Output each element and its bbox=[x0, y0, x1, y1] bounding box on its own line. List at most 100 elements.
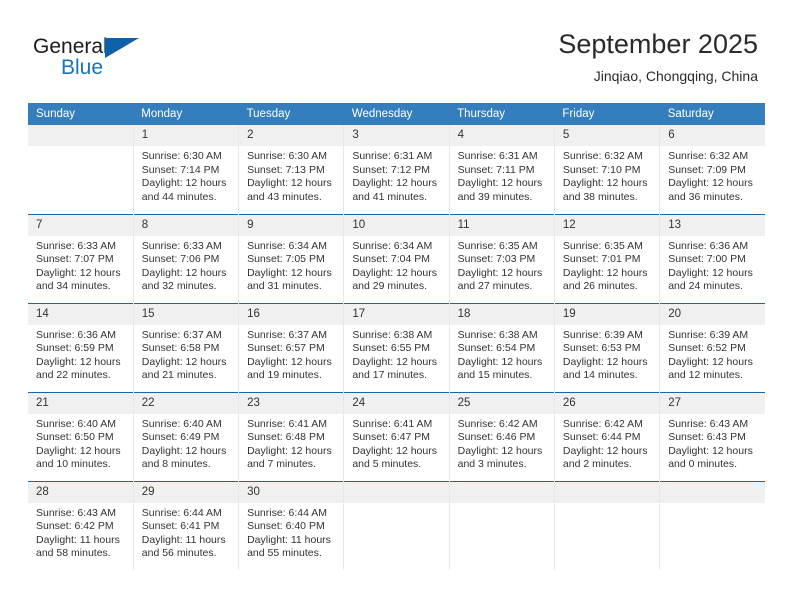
day-cell[interactable]: 3 Sunrise: 6:31 AM Sunset: 7:12 PM Dayli… bbox=[343, 125, 450, 214]
day-cell[interactable]: 24 Sunrise: 6:41 AM Sunset: 6:47 PM Dayl… bbox=[343, 391, 450, 481]
weekday-header-monday: Monday bbox=[133, 103, 239, 125]
daylight-text-line1: Daylight: 12 hours bbox=[562, 266, 648, 279]
day-number: 28 bbox=[28, 481, 133, 503]
day-cell[interactable]: 11 Sunrise: 6:35 AM Sunset: 7:03 PM Dayl… bbox=[449, 213, 555, 303]
day-number bbox=[449, 481, 554, 503]
day-cell[interactable]: 7 Sunrise: 6:33 AM Sunset: 7:07 PM Dayli… bbox=[28, 213, 134, 303]
day-number: 12 bbox=[554, 214, 660, 236]
day-number: 7 bbox=[28, 214, 133, 236]
sunrise-text: Sunrise: 6:39 AM bbox=[668, 328, 749, 341]
day-number: 13 bbox=[660, 214, 765, 236]
daylight-text-line2: and 56 minutes. bbox=[141, 547, 217, 560]
daylight-text-line2: and 29 minutes. bbox=[352, 280, 428, 293]
day-cell[interactable]: 29 Sunrise: 6:44 AM Sunset: 6:41 PM Dayl… bbox=[133, 480, 240, 570]
sunrise-text: Sunrise: 6:36 AM bbox=[36, 328, 116, 341]
daylight-text-line1: Daylight: 12 hours bbox=[352, 266, 437, 279]
day-number: 19 bbox=[554, 303, 660, 325]
daylight-text-line2: and 3 minutes. bbox=[457, 458, 527, 471]
day-details: Sunrise: 6:34 AM Sunset: 7:05 PM Dayligh… bbox=[239, 236, 343, 294]
sunrise-sunset-calendar: Sunday Monday Tuesday Wednesday Thursday… bbox=[28, 103, 765, 570]
sunset-text: Sunset: 7:05 PM bbox=[247, 253, 325, 266]
day-cell[interactable]: 16 Sunrise: 6:37 AM Sunset: 6:57 PM Dayl… bbox=[238, 302, 345, 392]
day-cell[interactable]: 1 Sunrise: 6:30 AM Sunset: 7:14 PM Dayli… bbox=[133, 125, 240, 214]
sunset-text: Sunset: 7:12 PM bbox=[352, 163, 430, 176]
day-cell[interactable]: 9 Sunrise: 6:34 AM Sunset: 7:05 PM Dayli… bbox=[238, 213, 345, 303]
weekday-header-wednesday: Wednesday bbox=[343, 103, 450, 125]
daylight-text-line2: and 5 minutes. bbox=[352, 458, 422, 471]
day-details: Sunrise: 6:31 AM Sunset: 7:12 PM Dayligh… bbox=[344, 146, 448, 204]
sunrise-text: Sunrise: 6:32 AM bbox=[668, 150, 749, 162]
sunset-text: Sunset: 7:13 PM bbox=[247, 163, 325, 176]
daylight-text-line1: Daylight: 12 hours bbox=[457, 444, 543, 457]
sunset-text: Sunset: 6:48 PM bbox=[247, 431, 325, 444]
day-details bbox=[450, 503, 554, 507]
day-number: 5 bbox=[554, 125, 660, 146]
day-cell[interactable] bbox=[659, 480, 765, 570]
day-cell[interactable]: 2 Sunrise: 6:30 AM Sunset: 7:13 PM Dayli… bbox=[238, 125, 345, 214]
day-cell[interactable]: 21 Sunrise: 6:40 AM Sunset: 6:50 PM Dayl… bbox=[28, 391, 134, 481]
day-cell[interactable]: 23 Sunrise: 6:41 AM Sunset: 6:48 PM Dayl… bbox=[238, 391, 345, 481]
day-cell[interactable]: 15 Sunrise: 6:37 AM Sunset: 6:58 PM Dayl… bbox=[133, 302, 240, 392]
day-details: Sunrise: 6:32 AM Sunset: 7:10 PM Dayligh… bbox=[555, 146, 659, 204]
daylight-text-line2: and 36 minutes. bbox=[668, 190, 743, 203]
day-cell[interactable] bbox=[343, 480, 450, 570]
day-cell[interactable]: 4 Sunrise: 6:31 AM Sunset: 7:11 PM Dayli… bbox=[449, 125, 555, 214]
day-details: Sunrise: 6:42 AM Sunset: 6:46 PM Dayligh… bbox=[450, 414, 554, 472]
week-row: 7 Sunrise: 6:33 AM Sunset: 7:07 PM Dayli… bbox=[28, 213, 765, 303]
sunrise-text: Sunrise: 6:36 AM bbox=[668, 239, 749, 252]
day-details: Sunrise: 6:39 AM Sunset: 6:53 PM Dayligh… bbox=[555, 325, 659, 383]
daylight-text-line1: Daylight: 12 hours bbox=[141, 177, 227, 190]
day-cell[interactable]: 10 Sunrise: 6:34 AM Sunset: 7:04 PM Dayl… bbox=[343, 213, 450, 303]
day-number bbox=[344, 481, 449, 503]
daylight-text-line2: and 0 minutes. bbox=[668, 458, 738, 471]
day-details: Sunrise: 6:38 AM Sunset: 6:54 PM Dayligh… bbox=[450, 325, 554, 383]
day-cell[interactable]: 8 Sunrise: 6:33 AM Sunset: 7:06 PM Dayli… bbox=[133, 213, 240, 303]
day-cell[interactable]: 5 Sunrise: 6:32 AM Sunset: 7:10 PM Dayli… bbox=[554, 125, 661, 214]
day-cell[interactable]: 13 Sunrise: 6:36 AM Sunset: 7:00 PM Dayl… bbox=[659, 213, 765, 303]
day-cell[interactable]: 22 Sunrise: 6:40 AM Sunset: 6:49 PM Dayl… bbox=[133, 391, 240, 481]
day-cell[interactable]: 27 Sunrise: 6:43 AM Sunset: 6:43 PM Dayl… bbox=[659, 391, 765, 481]
sunset-text: Sunset: 7:11 PM bbox=[457, 163, 535, 176]
day-number: 29 bbox=[133, 481, 239, 503]
sunset-text: Sunset: 7:00 PM bbox=[668, 253, 746, 266]
day-cell[interactable]: 30 Sunrise: 6:44 AM Sunset: 6:40 PM Dayl… bbox=[238, 480, 345, 570]
day-number: 11 bbox=[449, 214, 554, 236]
sunrise-text: Sunrise: 6:42 AM bbox=[562, 417, 643, 430]
day-cell[interactable]: 20 Sunrise: 6:39 AM Sunset: 6:52 PM Dayl… bbox=[659, 302, 765, 392]
day-number: 15 bbox=[133, 303, 239, 325]
day-details: Sunrise: 6:36 AM Sunset: 6:59 PM Dayligh… bbox=[28, 325, 133, 383]
day-cell[interactable]: 28 Sunrise: 6:43 AM Sunset: 6:42 PM Dayl… bbox=[28, 480, 134, 570]
day-details: Sunrise: 6:37 AM Sunset: 6:57 PM Dayligh… bbox=[239, 325, 343, 383]
daylight-text-line1: Daylight: 12 hours bbox=[247, 355, 332, 368]
day-cell[interactable]: 17 Sunrise: 6:38 AM Sunset: 6:55 PM Dayl… bbox=[343, 302, 450, 392]
day-cell[interactable]: 18 Sunrise: 6:38 AM Sunset: 6:54 PM Dayl… bbox=[449, 302, 555, 392]
day-cell[interactable]: 12 Sunrise: 6:35 AM Sunset: 7:01 PM Dayl… bbox=[554, 213, 661, 303]
sunrise-text: Sunrise: 6:43 AM bbox=[668, 417, 749, 430]
day-cell[interactable]: 26 Sunrise: 6:42 AM Sunset: 6:44 PM Dayl… bbox=[554, 391, 661, 481]
daylight-text-line1: Daylight: 12 hours bbox=[247, 444, 332, 457]
page-subtitle: Jinqiao, Chongqing, China bbox=[593, 68, 758, 84]
day-details: Sunrise: 6:39 AM Sunset: 6:52 PM Dayligh… bbox=[660, 325, 765, 383]
daylight-text-line1: Daylight: 12 hours bbox=[457, 177, 543, 190]
general-blue-logo[interactable]: General Blue bbox=[33, 34, 163, 84]
sunrise-text: Sunrise: 6:37 AM bbox=[141, 328, 222, 341]
day-number: 2 bbox=[239, 125, 344, 146]
day-cell[interactable] bbox=[449, 480, 555, 570]
day-details: Sunrise: 6:33 AM Sunset: 7:07 PM Dayligh… bbox=[28, 236, 133, 294]
sunset-text: Sunset: 6:54 PM bbox=[457, 342, 536, 355]
daylight-text-line1: Daylight: 12 hours bbox=[36, 355, 121, 368]
day-number bbox=[660, 481, 765, 503]
day-cell[interactable]: 19 Sunrise: 6:39 AM Sunset: 6:53 PM Dayl… bbox=[554, 302, 661, 392]
weekday-header-friday: Friday bbox=[554, 103, 660, 125]
day-cell[interactable]: 25 Sunrise: 6:42 AM Sunset: 6:46 PM Dayl… bbox=[449, 391, 555, 481]
day-cell[interactable]: 14 Sunrise: 6:36 AM Sunset: 6:59 PM Dayl… bbox=[28, 302, 134, 392]
weekday-header-sunday: Sunday bbox=[28, 103, 134, 125]
day-number: 16 bbox=[239, 303, 344, 325]
day-details bbox=[660, 503, 765, 507]
day-number: 30 bbox=[239, 481, 344, 503]
day-cell[interactable]: 6 Sunrise: 6:32 AM Sunset: 7:09 PM Dayli… bbox=[659, 125, 765, 214]
sunrise-text: Sunrise: 6:30 AM bbox=[141, 150, 222, 162]
day-cell[interactable] bbox=[554, 480, 661, 570]
sunset-text: Sunset: 7:01 PM bbox=[562, 253, 641, 266]
day-cell[interactable] bbox=[28, 125, 134, 214]
